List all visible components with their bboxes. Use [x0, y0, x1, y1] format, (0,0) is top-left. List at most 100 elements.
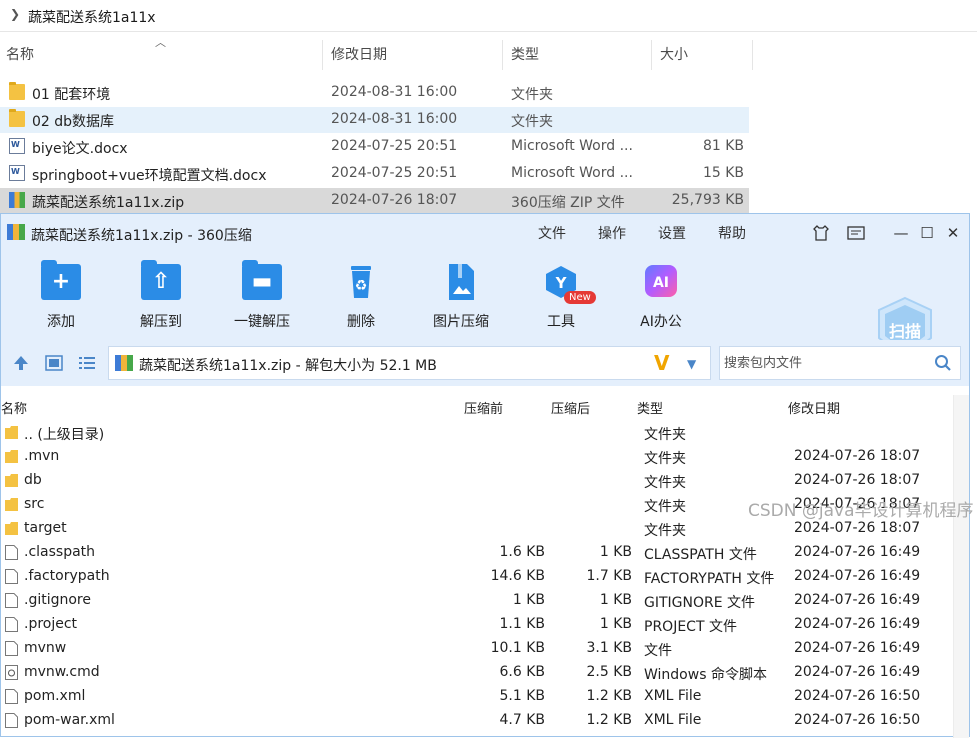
archive-path-text: 蔬菜配送系统1a11x.zip - 解包大小为 52.1 MB — [139, 358, 437, 374]
search-input[interactable] — [722, 351, 922, 375]
file-icon — [5, 617, 18, 632]
archive-path-field[interactable]: 蔬菜配送系统1a11x.zip - 解包大小为 52.1 MB V ▼ — [108, 346, 711, 380]
archive-row[interactable]: .project 1.1 KB 1 KB PROJECT 文件 2024-07-26 1… — [1, 613, 941, 637]
file-type: 360压缩 ZIP 文件 — [511, 195, 625, 211]
file-type: Windows 命令脚本 — [644, 667, 767, 683]
file-row[interactable]: biye论文.docx 2024-07-25 20:51 Microsoft W… — [0, 134, 749, 160]
file-row[interactable]: 01 配套环境 2024-08-31 16:00 文件夹 — [0, 80, 749, 106]
file-icon — [5, 569, 18, 584]
extract-to-button[interactable]: ⇧ 解压到 — [121, 252, 201, 340]
chevron-down-icon[interactable]: ▼ — [687, 357, 696, 371]
size-after: 2.5 KB — [586, 664, 633, 680]
add-label: 添加 — [47, 314, 75, 330]
file-row[interactable]: 02 db数据库 2024-08-31 16:00 文件夹 — [0, 107, 749, 133]
size-before: 1 KB — [512, 592, 545, 608]
folder-icon — [5, 497, 18, 512]
one-click-extract-icon: ▬ — [242, 260, 282, 300]
menu-file[interactable]: 文件 — [538, 223, 566, 243]
column-size-before[interactable]: 压缩前 — [464, 398, 503, 417]
file-name: .. (上级目录) — [24, 427, 105, 443]
size-after: 1 KB — [599, 592, 632, 608]
zip-icon — [115, 355, 133, 371]
menu-help[interactable]: 帮助 — [718, 223, 746, 243]
archive-row[interactable]: mvnw.cmd 6.6 KB 2.5 KB Windows 命令脚本 2024-07-… — [1, 661, 941, 685]
file-name: .project — [24, 616, 78, 632]
column-size[interactable]: 大小 — [654, 40, 753, 70]
archive-row[interactable]: mvnw 10.1 KB 3.1 KB 文件 2024-07-26 16:49 — [1, 637, 941, 661]
up-arrow-icon[interactable] — [11, 353, 31, 373]
archive-row[interactable]: .. (上级目录) 文件夹 — [1, 421, 941, 445]
column-modified[interactable]: 修改日期 — [788, 398, 840, 417]
one-click-extract-label: 一键解压 — [234, 314, 290, 330]
breadcrumb[interactable]: 蔬菜配送系统1a11x — [28, 7, 156, 27]
archive-row[interactable]: .classpath 1.6 KB 1 KB CLASSPATH 文件 2024-07-… — [1, 541, 941, 565]
column-size-after[interactable]: 压缩后 — [551, 398, 590, 417]
file-name: src — [24, 496, 45, 512]
close-icon[interactable]: ✕ — [943, 223, 963, 243]
navigation-bar: 蔬菜配送系统1a11x.zip - 解包大小为 52.1 MB V ▼ — [1, 340, 969, 386]
archive-row[interactable]: .gitignore 1 KB 1 KB GITIGNORE 文件 2024-07-26… — [1, 589, 941, 613]
new-badge: New — [564, 291, 596, 304]
skin-icon[interactable] — [811, 223, 831, 243]
file-row[interactable]: springboot+vue环境配置文档.docx 2024-07-25 20:… — [0, 161, 749, 187]
image-compress-label: 图片压缩 — [433, 314, 489, 330]
archive-row[interactable]: db 文件夹 2024-07-26 18:07 — [1, 469, 941, 493]
feedback-icon[interactable] — [846, 223, 866, 243]
list-view-icon[interactable] — [77, 353, 97, 373]
vertical-scrollbar[interactable] — [953, 395, 969, 738]
v-logo-icon[interactable]: V — [654, 351, 669, 375]
file-icon — [5, 593, 18, 608]
svg-text:Y: Y — [555, 274, 568, 292]
file-type: Microsoft Word ... — [511, 138, 633, 154]
file-modified: 2024-07-26 16:49 — [794, 640, 921, 656]
file-size: 81 KB — [702, 138, 744, 154]
image-compress-button[interactable]: 图片压缩 — [421, 252, 501, 340]
file-name: db — [24, 472, 42, 488]
column-type[interactable]: 类型 — [505, 40, 652, 70]
file-icon — [5, 641, 18, 656]
tools-label: 工具 — [547, 314, 575, 330]
extract-folder-icon: ⇧ — [141, 260, 181, 300]
archive-column-header: 名称 压缩前 压缩后 类型 修改日期 — [1, 395, 969, 419]
file-name: .gitignore — [24, 592, 91, 608]
file-date: 2024-08-31 16:00 — [331, 84, 458, 100]
file-type: 文件 — [644, 643, 672, 659]
title-bar[interactable]: 蔬菜配送系统1a11x.zip - 360压缩 文件 操作 设置 帮助 — ☐ … — [1, 214, 969, 252]
chevron-right-icon[interactable]: ❯ — [10, 7, 20, 21]
thumbnail-view-icon[interactable] — [44, 353, 64, 373]
maximize-icon[interactable]: ☐ — [917, 223, 937, 243]
archive-row[interactable]: .factorypath 14.6 KB 1.7 KB FACTORYPATH 文件 2… — [1, 565, 941, 589]
column-name[interactable]: 名称 — [1, 398, 27, 417]
zip-archive-window: 蔬菜配送系统1a11x.zip - 360压缩 文件 操作 设置 帮助 — ☐ … — [0, 213, 970, 738]
file-icon — [5, 713, 18, 728]
file-name: mvnw.cmd — [24, 664, 100, 680]
minimize-icon[interactable]: — — [891, 223, 911, 243]
one-click-extract-button[interactable]: ▬ 一键解压 — [222, 252, 302, 340]
file-modified: 2024-07-26 16:49 — [794, 664, 921, 680]
file-icon — [5, 545, 18, 560]
file-modified: 2024-07-26 16:50 — [794, 688, 921, 704]
file-modified: 2024-07-26 16:49 — [794, 568, 921, 584]
menu-operation[interactable]: 操作 — [598, 223, 626, 243]
archive-row[interactable]: pom.xml 5.1 KB 1.2 KB XML File 2024-07-26 16… — [1, 685, 941, 709]
folder-icon — [5, 521, 18, 536]
delete-button[interactable]: ♻ 删除 — [321, 252, 401, 340]
menu-settings[interactable]: 设置 — [658, 223, 686, 243]
cmd-script-icon — [5, 665, 18, 680]
archive-row[interactable]: pom-war.xml 4.7 KB 1.2 KB XML File 2024-07-2… — [1, 709, 941, 733]
size-before: 1.1 KB — [499, 616, 546, 632]
add-button[interactable]: + 添加 — [21, 252, 101, 340]
file-name: mvnw — [24, 640, 67, 656]
column-type[interactable]: 类型 — [637, 398, 663, 417]
search-icon[interactable] — [934, 354, 952, 372]
folder-icon — [5, 449, 18, 464]
archive-row[interactable]: .mvn 文件夹 2024-07-26 18:07 — [1, 445, 941, 469]
file-type: PROJECT 文件 — [644, 619, 737, 635]
column-name[interactable]: 名称 — [0, 40, 323, 70]
file-type: 文件夹 — [511, 114, 553, 130]
address-bar[interactable]: ❯ 蔬菜配送系统1a11x — [0, 0, 977, 32]
file-row[interactable]: 蔬菜配送系统1a11x.zip 2024-07-26 18:07 360压缩 Z… — [0, 188, 749, 214]
column-date-modified[interactable]: 修改日期 — [325, 40, 503, 70]
ai-office-button[interactable]: AI AI办公 — [621, 252, 701, 340]
search-box[interactable] — [719, 346, 961, 380]
